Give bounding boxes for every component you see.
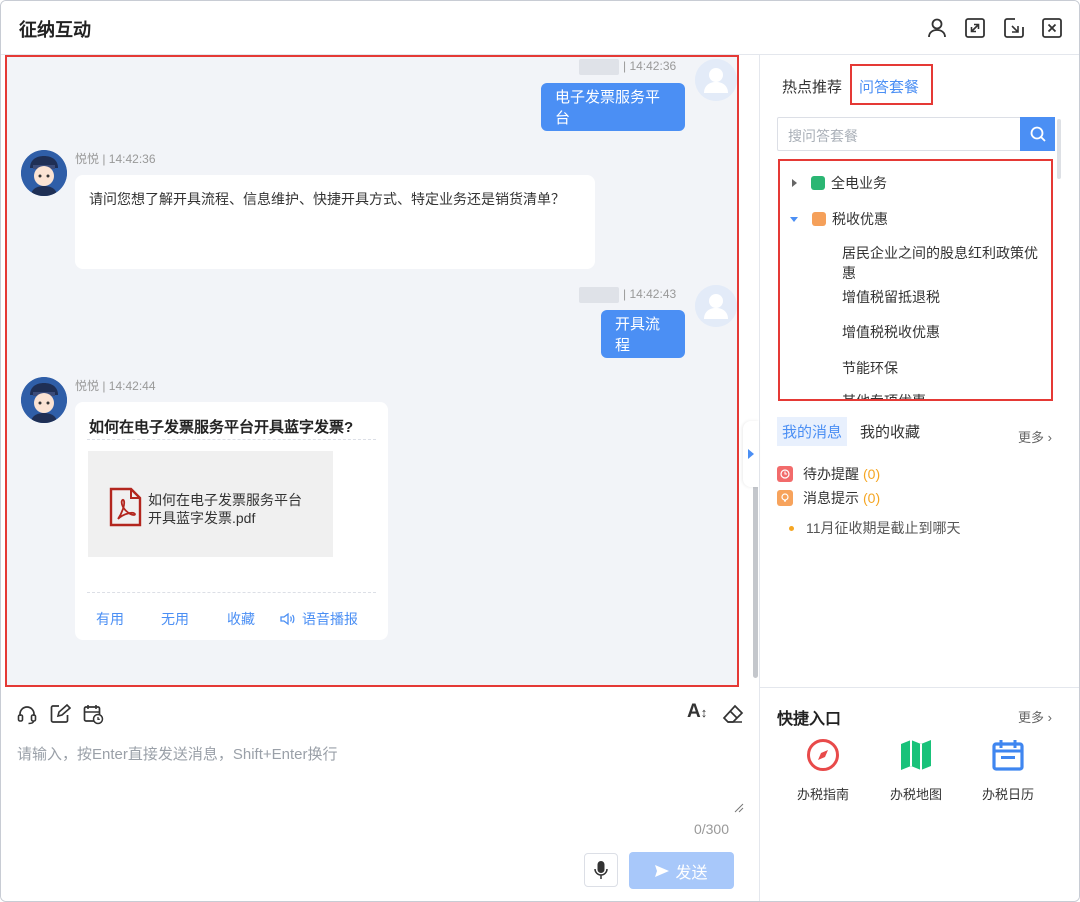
tree-item[interactable]: 增值税税收优惠 <box>842 322 1051 342</box>
search-button[interactable] <box>1020 117 1055 151</box>
tab-qa-package[interactable]: 问答套餐 <box>859 76 919 97</box>
chat-scrollbar[interactable] <box>753 483 758 678</box>
qa-package-tree: 全电业务 税收优惠 居民企业之间的股息红利政策优 惠 增值税留抵退税 增值税税收… <box>778 159 1053 401</box>
title-bar: 征纳互动 <box>1 1 1079 55</box>
favorite-button[interactable]: 收藏 <box>227 607 255 631</box>
resize-handle-icon[interactable] <box>734 803 744 813</box>
pdf-attachment[interactable]: 如何在电子发票服务平台 开具蓝字发票.pdf <box>88 451 333 557</box>
user-avatar <box>695 59 737 101</box>
tree-item[interactable]: 节能环保 <box>842 358 1051 378</box>
microphone-button[interactable] <box>584 853 618 887</box>
chat-panel: | 14:42:36 电子发票服务平台 悦悦 | 14:42:36 请问您想了解… <box>5 55 739 687</box>
input-area: A↕ 请输入，按Enter直接发送消息，Shift+Enter换行 0/300 … <box>1 689 759 901</box>
bot-message-meta: 悦悦 | 14:42:36 <box>75 152 156 166</box>
caret-down-icon <box>790 216 798 222</box>
tax-map-shortcut[interactable]: 办税地图 <box>876 738 956 803</box>
user-icon[interactable] <box>926 17 948 39</box>
tree-item[interactable]: 其他专项优惠 <box>842 391 1051 399</box>
bot-avatar <box>21 377 67 423</box>
user-avatar <box>695 285 737 327</box>
bot-avatar <box>21 150 67 196</box>
user-message-meta: | 14:42:36 <box>579 59 676 75</box>
quick-entry-more-link[interactable]: 更多 › <box>1018 707 1052 726</box>
collapse-panel-toggle[interactable] <box>743 421 759 487</box>
user-message-bubble: 电子发票服务平台 <box>541 83 685 131</box>
eraser-icon[interactable] <box>722 703 744 725</box>
map-icon <box>901 740 931 770</box>
lightbulb-icon <box>777 490 793 506</box>
triangle-right-icon <box>748 449 754 459</box>
tax-guide-shortcut[interactable]: 办税指南 <box>783 738 863 803</box>
useful-button[interactable]: 有用 <box>96 607 124 631</box>
bullet-dot <box>789 525 794 531</box>
caret-right-icon <box>792 179 797 187</box>
database-icon <box>812 212 826 226</box>
tab-my-messages[interactable]: 我的消息 <box>777 417 848 446</box>
message-tips[interactable]: 消息提示 (0) <box>777 488 880 508</box>
divider <box>87 439 376 440</box>
qa-search: 搜问答套餐 <box>777 117 1055 151</box>
send-button[interactable]: 发送 <box>629 852 734 889</box>
quick-entry-title: 快捷入口 <box>777 711 842 728</box>
tree-node-all-electric[interactable]: 全电业务 <box>792 173 887 193</box>
todo-reminder[interactable]: 待办提醒 (0) <box>777 464 880 484</box>
bot-message-meta: 悦悦 | 14:42:44 <box>75 379 156 393</box>
user-message-meta: | 14:42:43 <box>579 287 676 303</box>
voice-broadcast-button[interactable]: 语音播报 <box>280 607 358 631</box>
compass-icon <box>807 739 839 771</box>
font-size-icon[interactable]: A↕ <box>687 701 709 723</box>
microphone-icon <box>594 861 608 879</box>
headset-icon[interactable] <box>16 703 38 725</box>
app-window: 征纳互动 | 14:42:36 电子发票服务平台 悦悦 | 14:42:36 请… <box>0 0 1080 902</box>
clock-icon <box>777 466 793 482</box>
tree-scrollbar[interactable] <box>1057 119 1061 179</box>
speaker-icon <box>280 612 295 626</box>
blurred-username <box>579 59 619 75</box>
user-message-bubble: 开具流程 <box>601 310 685 358</box>
notice-item[interactable]: 11月征收期是截止到哪天 <box>789 518 961 538</box>
char-counter: 0/300 <box>693 821 729 837</box>
messages-more-link[interactable]: 更多 › <box>1018 427 1052 446</box>
tab-hot-recommend[interactable]: 热点推荐 <box>782 76 842 97</box>
tree-node-tax-preference[interactable]: 税收优惠 <box>790 209 888 229</box>
useless-button[interactable]: 无用 <box>161 607 189 631</box>
expand-icon[interactable] <box>964 17 986 39</box>
answer-card: 如何在电子发票服务平台开具蓝字发票? 如何在电子发票服务平台 开具蓝字发票.pd… <box>75 402 388 640</box>
bot-message-bubble: 请问您想了解开具流程、信息维护、快捷开具方式、特定业务还是销货清单？ <box>75 175 595 269</box>
tab-my-favorites[interactable]: 我的收藏 <box>860 421 920 442</box>
divider <box>87 592 376 593</box>
send-icon <box>655 864 670 877</box>
blurred-username <box>579 287 619 303</box>
window-title: 征纳互动 <box>19 20 91 40</box>
database-icon <box>811 176 825 190</box>
calendar-icon <box>992 740 1024 771</box>
calendar-clock-icon[interactable] <box>82 703 104 725</box>
qa-search-input[interactable]: 搜问答套餐 <box>788 126 858 146</box>
pdf-icon <box>109 487 142 527</box>
divider <box>759 687 1079 688</box>
tree-item[interactable]: 居民企业之间的股息红利政策优 惠 <box>842 243 1051 283</box>
search-icon <box>1030 126 1046 142</box>
edit-icon[interactable] <box>49 703 72 725</box>
close-icon[interactable] <box>1041 17 1063 39</box>
tax-calendar-shortcut[interactable]: 办税日历 <box>968 738 1048 803</box>
pdf-filename: 如何在电子发票服务平台 开具蓝字发票.pdf <box>148 492 302 526</box>
answer-card-title: 如何在电子发票服务平台开具蓝字发票? <box>89 419 354 436</box>
message-input[interactable]: 请输入，按Enter直接发送消息，Shift+Enter换行 <box>17 743 337 764</box>
tree-item[interactable]: 增值税留抵退税 <box>842 287 1051 307</box>
minimize-icon[interactable] <box>1003 17 1025 39</box>
